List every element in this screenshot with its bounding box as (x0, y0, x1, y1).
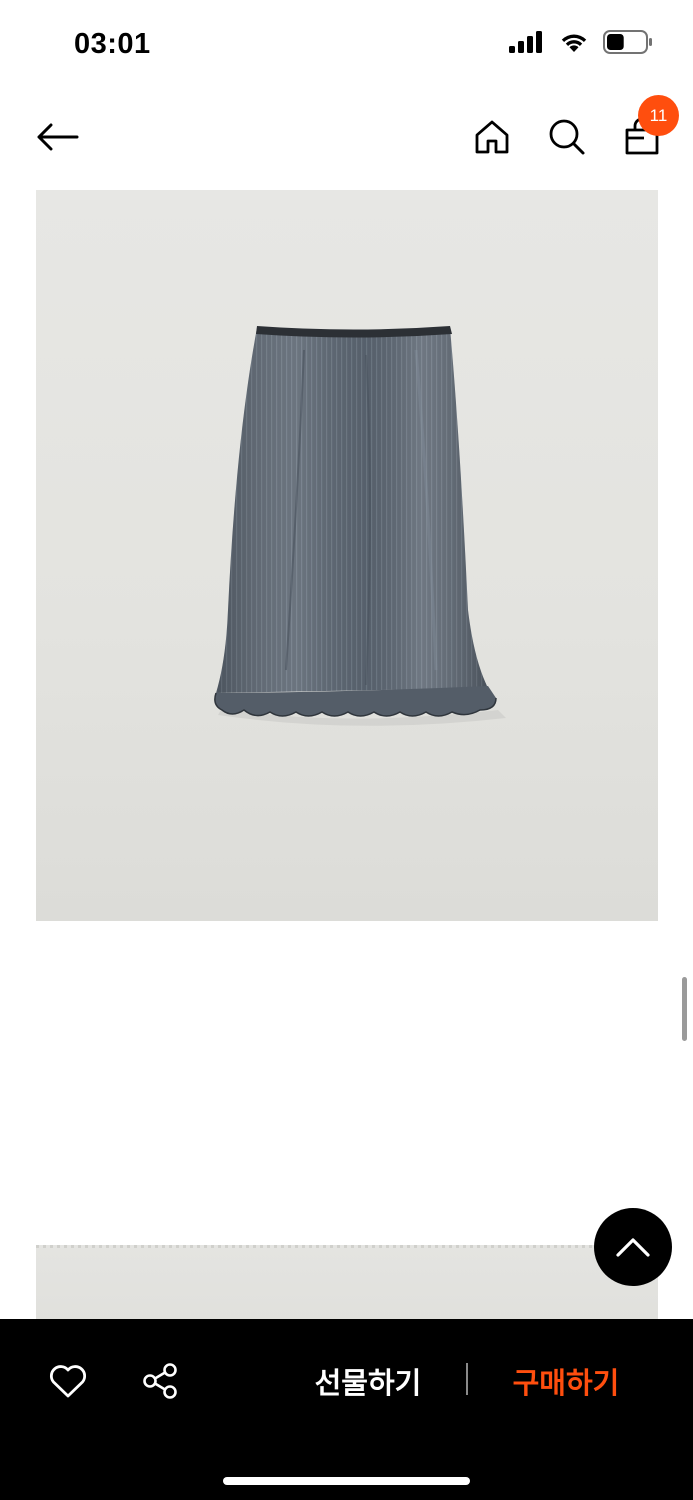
search-icon (549, 119, 585, 155)
gift-button[interactable]: 선물하기 (300, 1357, 436, 1405)
signal-icon (509, 31, 542, 53)
nav-bar (0, 92, 693, 182)
scroll-indicator[interactable] (682, 977, 687, 1041)
status-bar: 03:01 (0, 0, 693, 92)
wishlist-button[interactable] (46, 1359, 90, 1403)
heart-icon (49, 1365, 87, 1398)
status-time: 03:01 (74, 28, 151, 60)
share-button[interactable] (138, 1359, 182, 1403)
scroll-to-top-button[interactable] (594, 1208, 672, 1286)
home-indicator (223, 1477, 470, 1485)
status-icons (509, 30, 653, 54)
wifi-icon (561, 34, 587, 52)
home-icon (475, 120, 509, 154)
skirt-illustration (214, 326, 506, 726)
battery-icon (603, 30, 652, 54)
search-button[interactable] (542, 112, 592, 162)
back-arrow-icon (37, 123, 79, 151)
bottom-action-bar: 선물하기 구매하기 (0, 1319, 693, 1500)
product-image-2[interactable] (36, 1245, 658, 1325)
product-image-skirt[interactable] (36, 190, 658, 921)
home-button[interactable] (467, 112, 517, 162)
share-icon (143, 1363, 177, 1399)
chevron-up-icon (616, 1238, 650, 1257)
cart-count-badge: 11 (638, 95, 679, 136)
back-button[interactable] (32, 112, 82, 162)
buy-button[interactable]: 구매하기 (496, 1357, 636, 1405)
bottom-bar-divider (466, 1363, 468, 1395)
